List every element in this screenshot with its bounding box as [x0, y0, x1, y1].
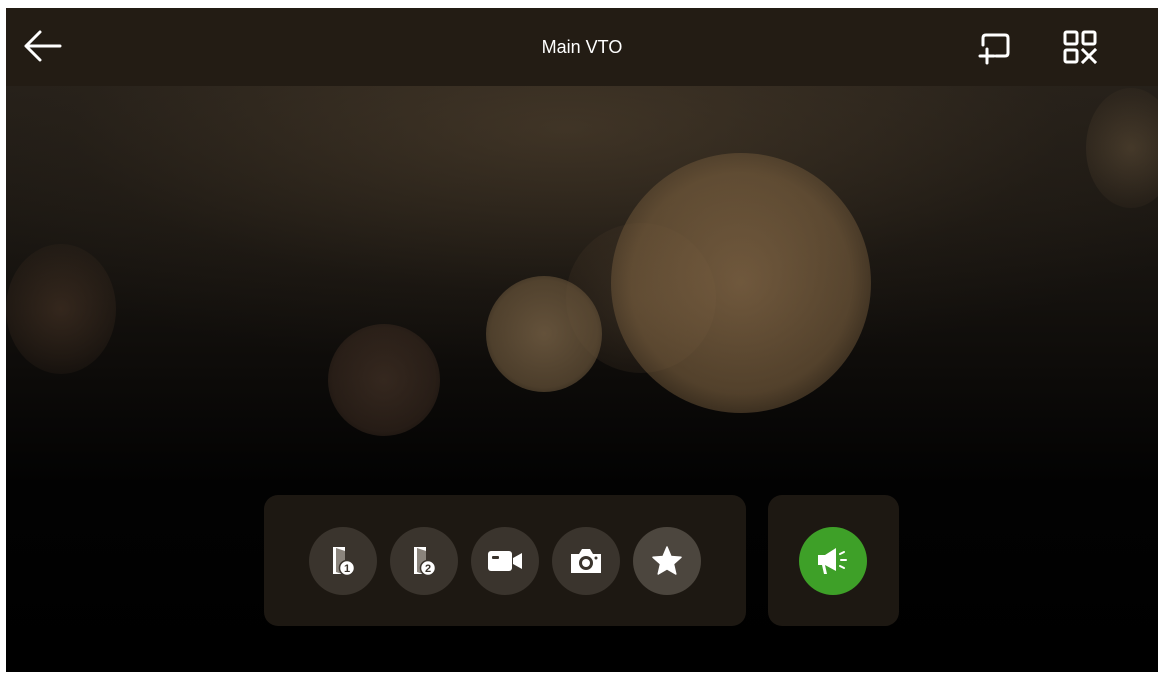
door-2-badge: 2: [425, 563, 431, 575]
video-bokeh: [6, 244, 116, 374]
door-unlock-1-icon: 1: [333, 547, 356, 577]
unlock-door-2-button[interactable]: 2: [390, 527, 458, 595]
video-bokeh: [611, 153, 871, 413]
camera-snapshot-icon: [571, 549, 601, 573]
top-bar: Main VTO: [6, 8, 1158, 86]
monitor-screen: Main VTO 1 2: [6, 8, 1158, 672]
unlock-door-1-button[interactable]: 1: [309, 527, 377, 595]
qr-code-icon: [1063, 30, 1098, 65]
door-control-panel: 1 2: [264, 495, 746, 626]
arrow-left-icon: [24, 30, 62, 62]
megaphone-speak-icon: [818, 548, 847, 574]
video-bokeh: [486, 276, 602, 392]
back-button[interactable]: [20, 26, 64, 66]
star-favorite-icon: [652, 546, 682, 575]
door-unlock-2-icon: 2: [414, 547, 437, 577]
favorite-button[interactable]: [633, 527, 701, 595]
video-bokeh: [1086, 88, 1158, 208]
door-1-badge: 1: [344, 563, 350, 575]
page-title: Main VTO: [541, 37, 623, 57]
record-video-button[interactable]: [471, 527, 539, 595]
talk-panel: [768, 495, 899, 626]
add-screen-icon: [978, 33, 1010, 65]
video-bokeh: [328, 324, 440, 436]
video-record-icon: [488, 551, 522, 571]
qr-code-button[interactable]: [1060, 28, 1100, 68]
snapshot-button[interactable]: [552, 527, 620, 595]
talk-button[interactable]: [799, 527, 867, 595]
add-monitor-button[interactable]: [974, 28, 1014, 68]
